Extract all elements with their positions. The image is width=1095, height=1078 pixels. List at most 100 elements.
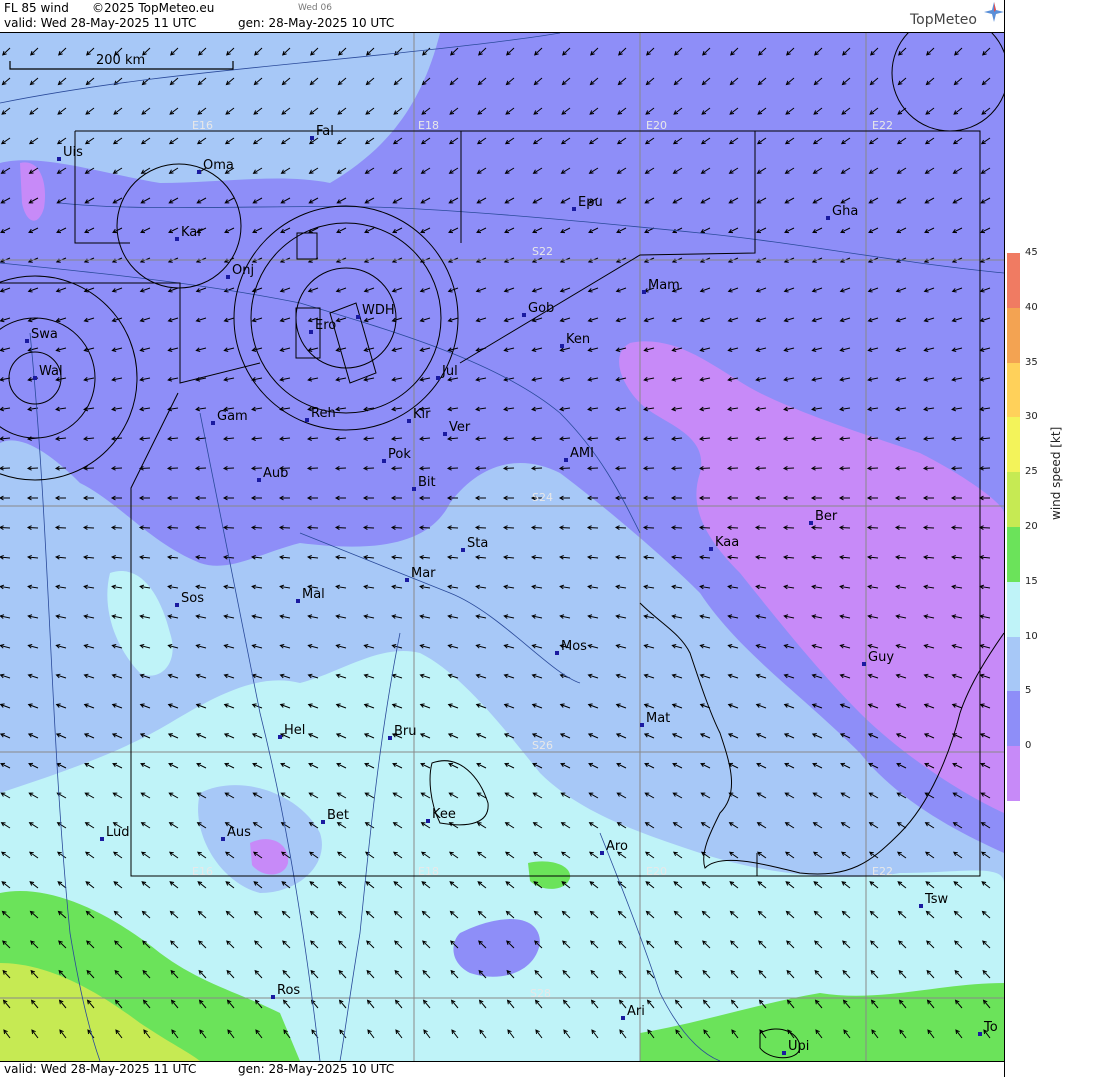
topmeteo-logo: TopMeteo: [910, 2, 1004, 28]
place-marker: [25, 339, 29, 343]
place-label: AMI: [570, 446, 594, 461]
place-label: Bru: [394, 724, 417, 739]
place-marker: [100, 837, 104, 841]
place-marker: [175, 603, 179, 607]
place-label: Ver: [449, 420, 471, 435]
place-marker: [388, 736, 392, 740]
place-marker: [826, 216, 830, 220]
place-marker: [560, 344, 564, 348]
place-label: Bet: [327, 808, 349, 823]
legend-color-band: [1007, 307, 1020, 363]
place-label: Kaa: [715, 535, 739, 550]
legend-tick-label: 10: [1025, 630, 1038, 642]
wind-map: 200 km E16 E18 E20 E22 S22 S24 S26 S28 E16 E18 E20…: [0, 33, 1004, 1061]
place-marker: [33, 376, 37, 380]
place-marker: [564, 458, 568, 462]
legend-unit: wind speed [kt]: [1049, 426, 1063, 520]
valid-time: valid: Wed 28-May-2025 11 UTC: [4, 16, 197, 30]
grid-label: S28: [530, 987, 551, 1000]
place-label: Hel: [284, 723, 305, 738]
place-marker: [461, 548, 465, 552]
place-label: Ber: [815, 509, 838, 524]
place-label: Bit: [418, 475, 436, 490]
place-marker: [600, 851, 604, 855]
place-marker: [309, 330, 313, 334]
legend-color-band: [1007, 581, 1020, 637]
legend-color-band: [1007, 417, 1020, 473]
legend-color-band: [1007, 362, 1020, 418]
place-label: Tsw: [924, 892, 949, 907]
place-marker: [57, 157, 61, 161]
legend-tick-label: 25: [1025, 466, 1038, 478]
gen-time: gen: 28-May-2025 10 UTC: [238, 16, 395, 30]
place-marker: [407, 419, 411, 423]
place-label: Aub: [263, 466, 288, 481]
place-label: Gha: [832, 204, 858, 219]
grid-label: E18: [418, 865, 439, 878]
legend-tick-label: 15: [1025, 575, 1038, 587]
place-label: Epu: [578, 195, 603, 210]
place-marker: [621, 1016, 625, 1020]
place-marker: [296, 599, 300, 603]
place-marker: [310, 136, 314, 140]
legend-color-band: [1007, 636, 1020, 692]
place-marker: [321, 820, 325, 824]
map-title: FL 85 wind: [4, 1, 69, 15]
place-marker: [426, 819, 430, 823]
legend-tick-label: 30: [1025, 411, 1038, 423]
place-marker: [443, 432, 447, 436]
place-label: Wal: [39, 364, 63, 379]
legend-tick-label: 40: [1025, 301, 1038, 313]
place-marker: [436, 376, 440, 380]
legend-color-band: [1007, 253, 1020, 308]
legend-tick-label: 45: [1025, 247, 1038, 258]
place-marker: [782, 1051, 786, 1055]
legend-color-band: [1007, 472, 1020, 527]
place-marker: [405, 578, 409, 582]
place-label: Mal: [302, 587, 325, 602]
legend-tick-label: 20: [1025, 521, 1038, 532]
place-marker: [809, 521, 813, 525]
place-marker: [257, 478, 261, 482]
grid-label: E18: [418, 119, 439, 132]
place-label: Mos: [561, 639, 587, 654]
place-label: Swa: [31, 327, 58, 342]
place-label: Mar: [411, 566, 436, 581]
grid-label: E20: [646, 119, 667, 132]
place-label: Uis: [63, 145, 83, 160]
place-label: Sos: [181, 591, 204, 606]
place-label: Ken: [566, 332, 590, 347]
grid-label: E22: [872, 865, 893, 878]
place-label: Sta: [467, 536, 488, 551]
copyright: ©2025 TopMeteo.eu: [92, 1, 215, 15]
map-header: FL 85 wind ©2025 TopMeteo.eu Wed 06 vali…: [0, 0, 1004, 33]
place-label: Gob: [528, 301, 554, 316]
grid-label: S24: [532, 491, 553, 504]
place-marker: [642, 290, 646, 294]
grid-label: E20: [646, 865, 667, 878]
place-label: Fal: [316, 124, 334, 139]
place-label: WDH: [362, 303, 395, 318]
grid-label: S26: [532, 739, 553, 752]
footer-valid: valid: Wed 28-May-2025 11 UTC: [4, 1062, 197, 1076]
place-marker: [226, 275, 230, 279]
place-label: Jul: [441, 364, 458, 379]
place-marker: [278, 735, 282, 739]
place-label: Kir: [413, 407, 431, 422]
place-label: Kar: [181, 225, 203, 240]
place-marker: [978, 1032, 982, 1036]
place-label: Oma: [203, 158, 234, 173]
day-label: Wed 06: [298, 3, 332, 13]
place-label: Pok: [388, 447, 411, 462]
place-marker: [356, 315, 360, 319]
place-marker: [211, 421, 215, 425]
place-marker: [221, 837, 225, 841]
place-marker: [555, 651, 559, 655]
place-label: Reh: [311, 406, 336, 421]
legend-color-band: [1007, 691, 1020, 747]
legend-tick-label: 5: [1025, 685, 1032, 697]
place-label: Mam: [648, 278, 680, 293]
place-label: To: [983, 1020, 998, 1035]
place-marker: [640, 723, 644, 727]
place-label: Upi: [788, 1039, 809, 1054]
